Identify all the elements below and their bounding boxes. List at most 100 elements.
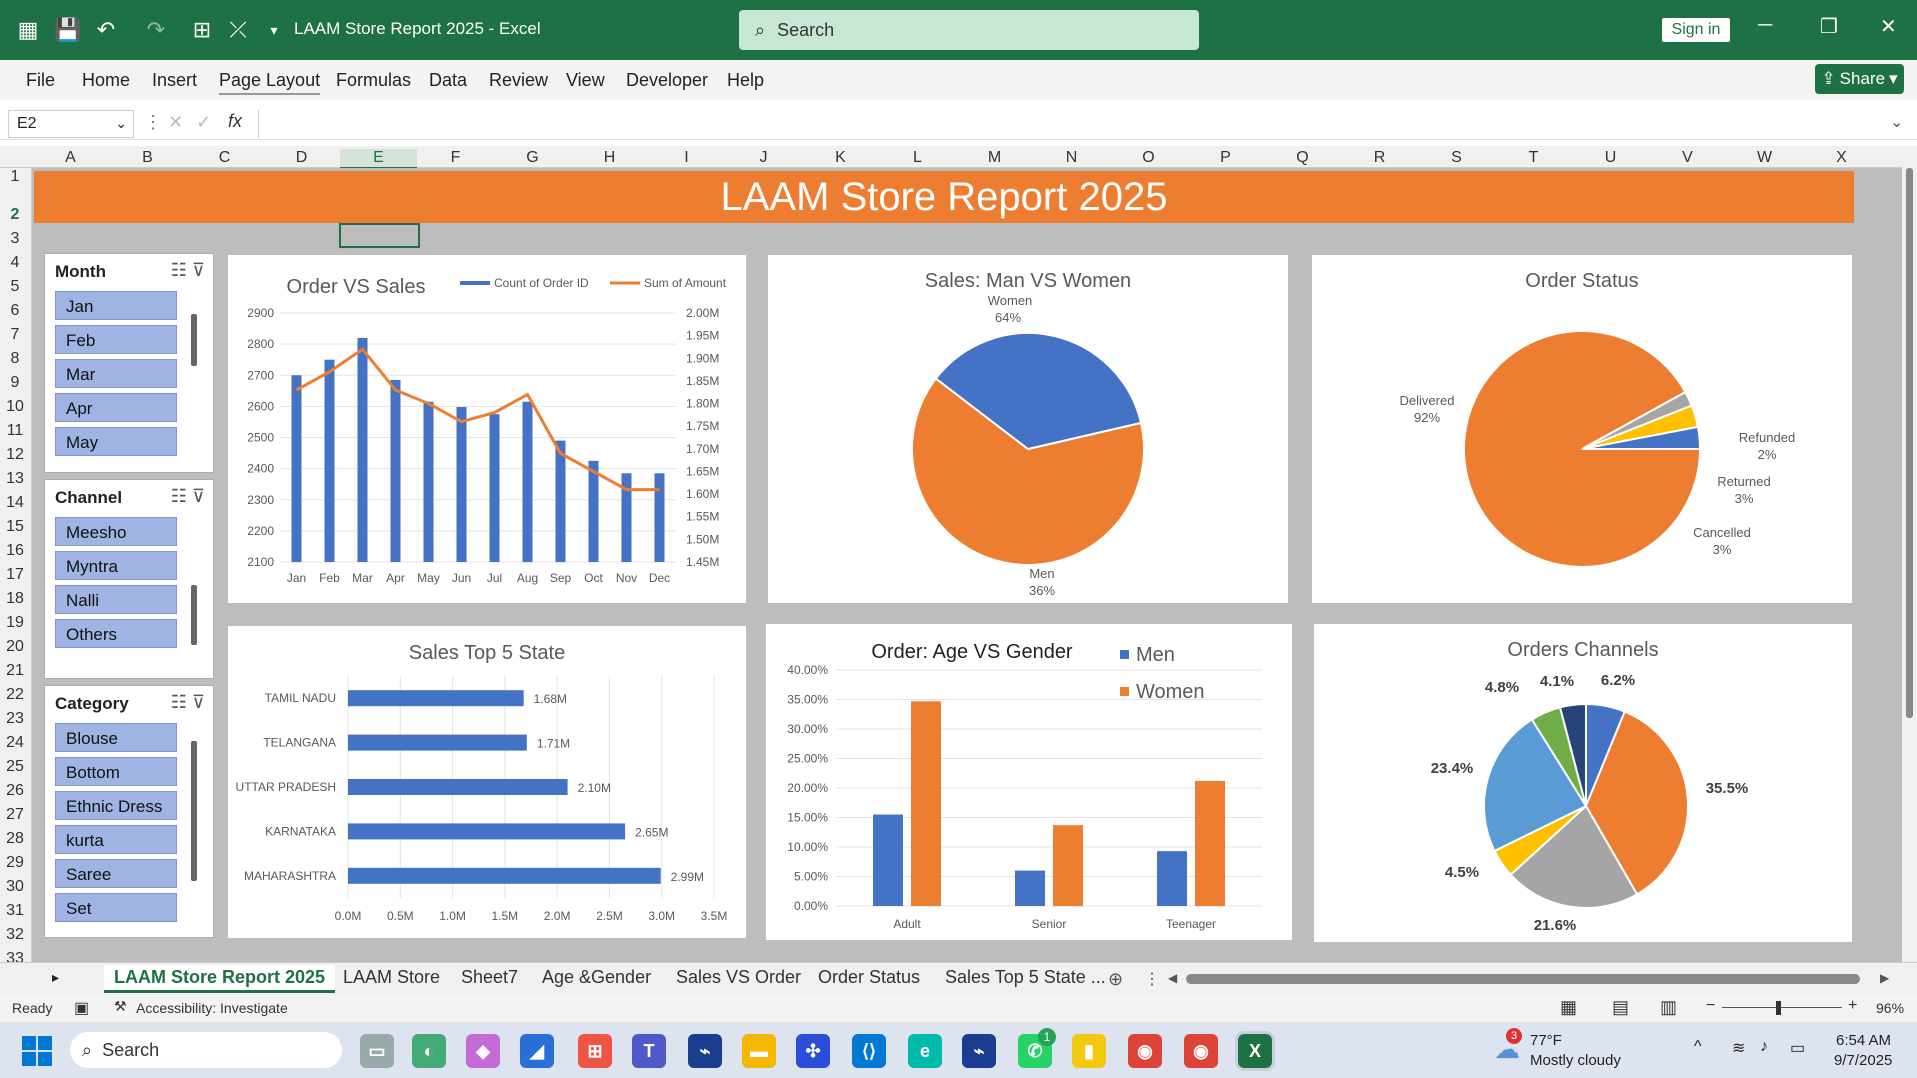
slicer-item[interactable]: Feb [55, 325, 177, 354]
slicer-item[interactable]: Jan [55, 291, 177, 320]
row-header[interactable]: 8 [0, 350, 30, 368]
chrome-icon[interactable]: ◉ [1128, 1034, 1162, 1068]
scroll-tabs-right-icon[interactable]: ▸ [52, 969, 59, 986]
orders-channels-chart[interactable]: Orders Channels 6.2% 35.5% 21.6% 4.5% 23.4% 4.… [1314, 624, 1852, 942]
tab-sales-top5-state[interactable]: Sales Top 5 State ... [945, 967, 1106, 988]
row-header[interactable]: 28 [0, 830, 30, 848]
wifi-icon[interactable]: ≋ [1732, 1038, 1745, 1058]
column-header[interactable]: Q [1264, 149, 1341, 167]
column-header[interactable]: C [186, 149, 263, 167]
row-header[interactable]: 16 [0, 542, 30, 560]
column-header[interactable]: L [879, 149, 956, 167]
row-header[interactable]: 30 [0, 878, 30, 896]
normal-view-icon[interactable]: ▦ [1560, 997, 1577, 1018]
menu-formulas[interactable]: Formulas [336, 70, 411, 91]
column-header[interactable]: M [956, 149, 1033, 167]
row-header[interactable]: 14 [0, 494, 30, 512]
row-header[interactable]: 13 [0, 470, 30, 488]
row-header[interactable]: 31 [0, 902, 30, 920]
row-header[interactable]: 18 [0, 590, 30, 608]
accessibility-status[interactable]: Accessibility: Investigate [136, 1000, 288, 1016]
minimize-icon[interactable]: ─ [1758, 14, 1772, 37]
menu-home[interactable]: Home [82, 70, 130, 91]
power-bi-icon[interactable]: ▮ [1072, 1034, 1106, 1068]
zoom-level[interactable]: 96% [1876, 1000, 1904, 1016]
slicer-item[interactable]: Ethnic Dress [55, 791, 177, 820]
row-header[interactable]: 20 [0, 638, 30, 656]
menu-file[interactable]: File [26, 70, 55, 91]
slicer-item[interactable]: Bottom [55, 757, 177, 786]
row-header[interactable]: 26 [0, 782, 30, 800]
column-header[interactable]: X [1803, 149, 1880, 167]
edge-icon[interactable]: e [908, 1034, 942, 1068]
row-header[interactable]: 5 [0, 278, 30, 296]
copilot-icon[interactable]: ◆ [466, 1034, 500, 1068]
cancel-icon[interactable]: ✕ [168, 112, 183, 133]
slicer-item[interactable]: Saree [55, 859, 177, 888]
vertical-scrollbar[interactable] [1902, 146, 1917, 964]
slicer-scrollbar[interactable] [191, 585, 197, 645]
order-vs-sales-chart[interactable]: Order VS Sales Count of Order ID Sum of Am… [228, 255, 746, 603]
column-header[interactable]: G [494, 149, 571, 167]
column-header[interactable]: A [32, 149, 109, 167]
menu-page-layout[interactable]: Page Layout [219, 70, 321, 95]
app-icon[interactable]: ◢ [520, 1034, 554, 1068]
channel-slicer[interactable]: Channel ☷ ⊽ Meesho Myntra Nalli Others [44, 479, 214, 679]
menu-developer[interactable]: Developer [626, 70, 708, 91]
column-header[interactable]: T [1495, 149, 1572, 167]
restore-icon[interactable]: ❐ [1820, 14, 1838, 39]
more-icon[interactable]: ⋮ [1144, 969, 1160, 989]
tab-order-status[interactable]: Order Status [818, 967, 920, 988]
selected-cell[interactable] [339, 223, 420, 248]
more-icon[interactable]: ⋮ [144, 112, 162, 133]
slicer-item[interactable]: Set [55, 893, 177, 922]
task-view-icon[interactable]: ▭ [360, 1034, 394, 1068]
redo-icon[interactable]: ↷ [140, 14, 172, 46]
column-header[interactable]: N [1033, 149, 1110, 167]
enter-icon[interactable]: ✓ [196, 112, 211, 133]
menu-view[interactable]: View [566, 70, 605, 91]
row-header[interactable]: 27 [0, 806, 30, 824]
slicer-tools-icon[interactable]: ☷ ⊽ [171, 260, 205, 281]
row-header[interactable]: 23 [0, 710, 30, 728]
sign-in-button[interactable]: Sign in [1662, 18, 1730, 42]
store-icon[interactable]: ⊞ [578, 1034, 612, 1068]
file-explorer-icon[interactable]: ▬ [742, 1034, 776, 1068]
row-header[interactable]: 10 [0, 398, 30, 416]
widgets-icon[interactable]: ◐ [412, 1034, 446, 1068]
column-header[interactable]: I [648, 149, 725, 167]
battery-icon[interactable]: ▭ [1790, 1038, 1805, 1058]
sales-man-women-chart[interactable]: Sales: Man VS Women Women 64% Men 36% [768, 255, 1288, 603]
tab-sheet7[interactable]: Sheet7 [461, 967, 518, 988]
order-status-chart[interactable]: Order Status Delivered 92% Refunded 2% Return… [1312, 255, 1852, 603]
column-header[interactable]: F [417, 149, 494, 167]
slicer-item[interactable]: Others [55, 619, 177, 648]
row-header[interactable]: 12 [0, 446, 30, 464]
slicer-scrollbar[interactable] [191, 314, 197, 366]
tree-icon[interactable]: ⊞ [186, 14, 218, 46]
row-header[interactable]: 9 [0, 374, 30, 392]
menu-help[interactable]: Help [727, 70, 764, 91]
remove-icon[interactable]: ⤫ [222, 14, 254, 46]
vertical-scroll-thumb[interactable] [1906, 168, 1913, 718]
row-header[interactable]: 2 [0, 206, 30, 224]
name-box[interactable]: E2 ⌄ [8, 110, 134, 138]
row-header[interactable]: 6 [0, 302, 30, 320]
row-header[interactable]: 4 [0, 254, 30, 272]
slicer-item[interactable]: Blouse [55, 723, 177, 752]
customize-icon[interactable]: ▾ [258, 14, 290, 46]
taskbar-search[interactable]: ⌕ Search [70, 1032, 342, 1068]
column-header[interactable]: K [802, 149, 879, 167]
slicer-tools-icon[interactable]: ☷ ⊽ [171, 692, 205, 713]
chevron-up-icon[interactable]: ^ [1694, 1038, 1702, 1056]
page-layout-view-icon[interactable]: ▤ [1612, 997, 1629, 1018]
column-header[interactable]: R [1341, 149, 1418, 167]
tab-laam-store[interactable]: LAAM Store [343, 967, 440, 988]
row-header[interactable]: 24 [0, 734, 30, 752]
close-icon[interactable]: ✕ [1880, 14, 1897, 39]
formula-input[interactable] [258, 110, 1908, 138]
slicer-item[interactable]: May [55, 427, 177, 456]
slicer-tools-icon[interactable]: ☷ ⊽ [171, 486, 205, 507]
teams-icon[interactable]: T [632, 1034, 666, 1068]
row-header[interactable]: 7 [0, 326, 30, 344]
